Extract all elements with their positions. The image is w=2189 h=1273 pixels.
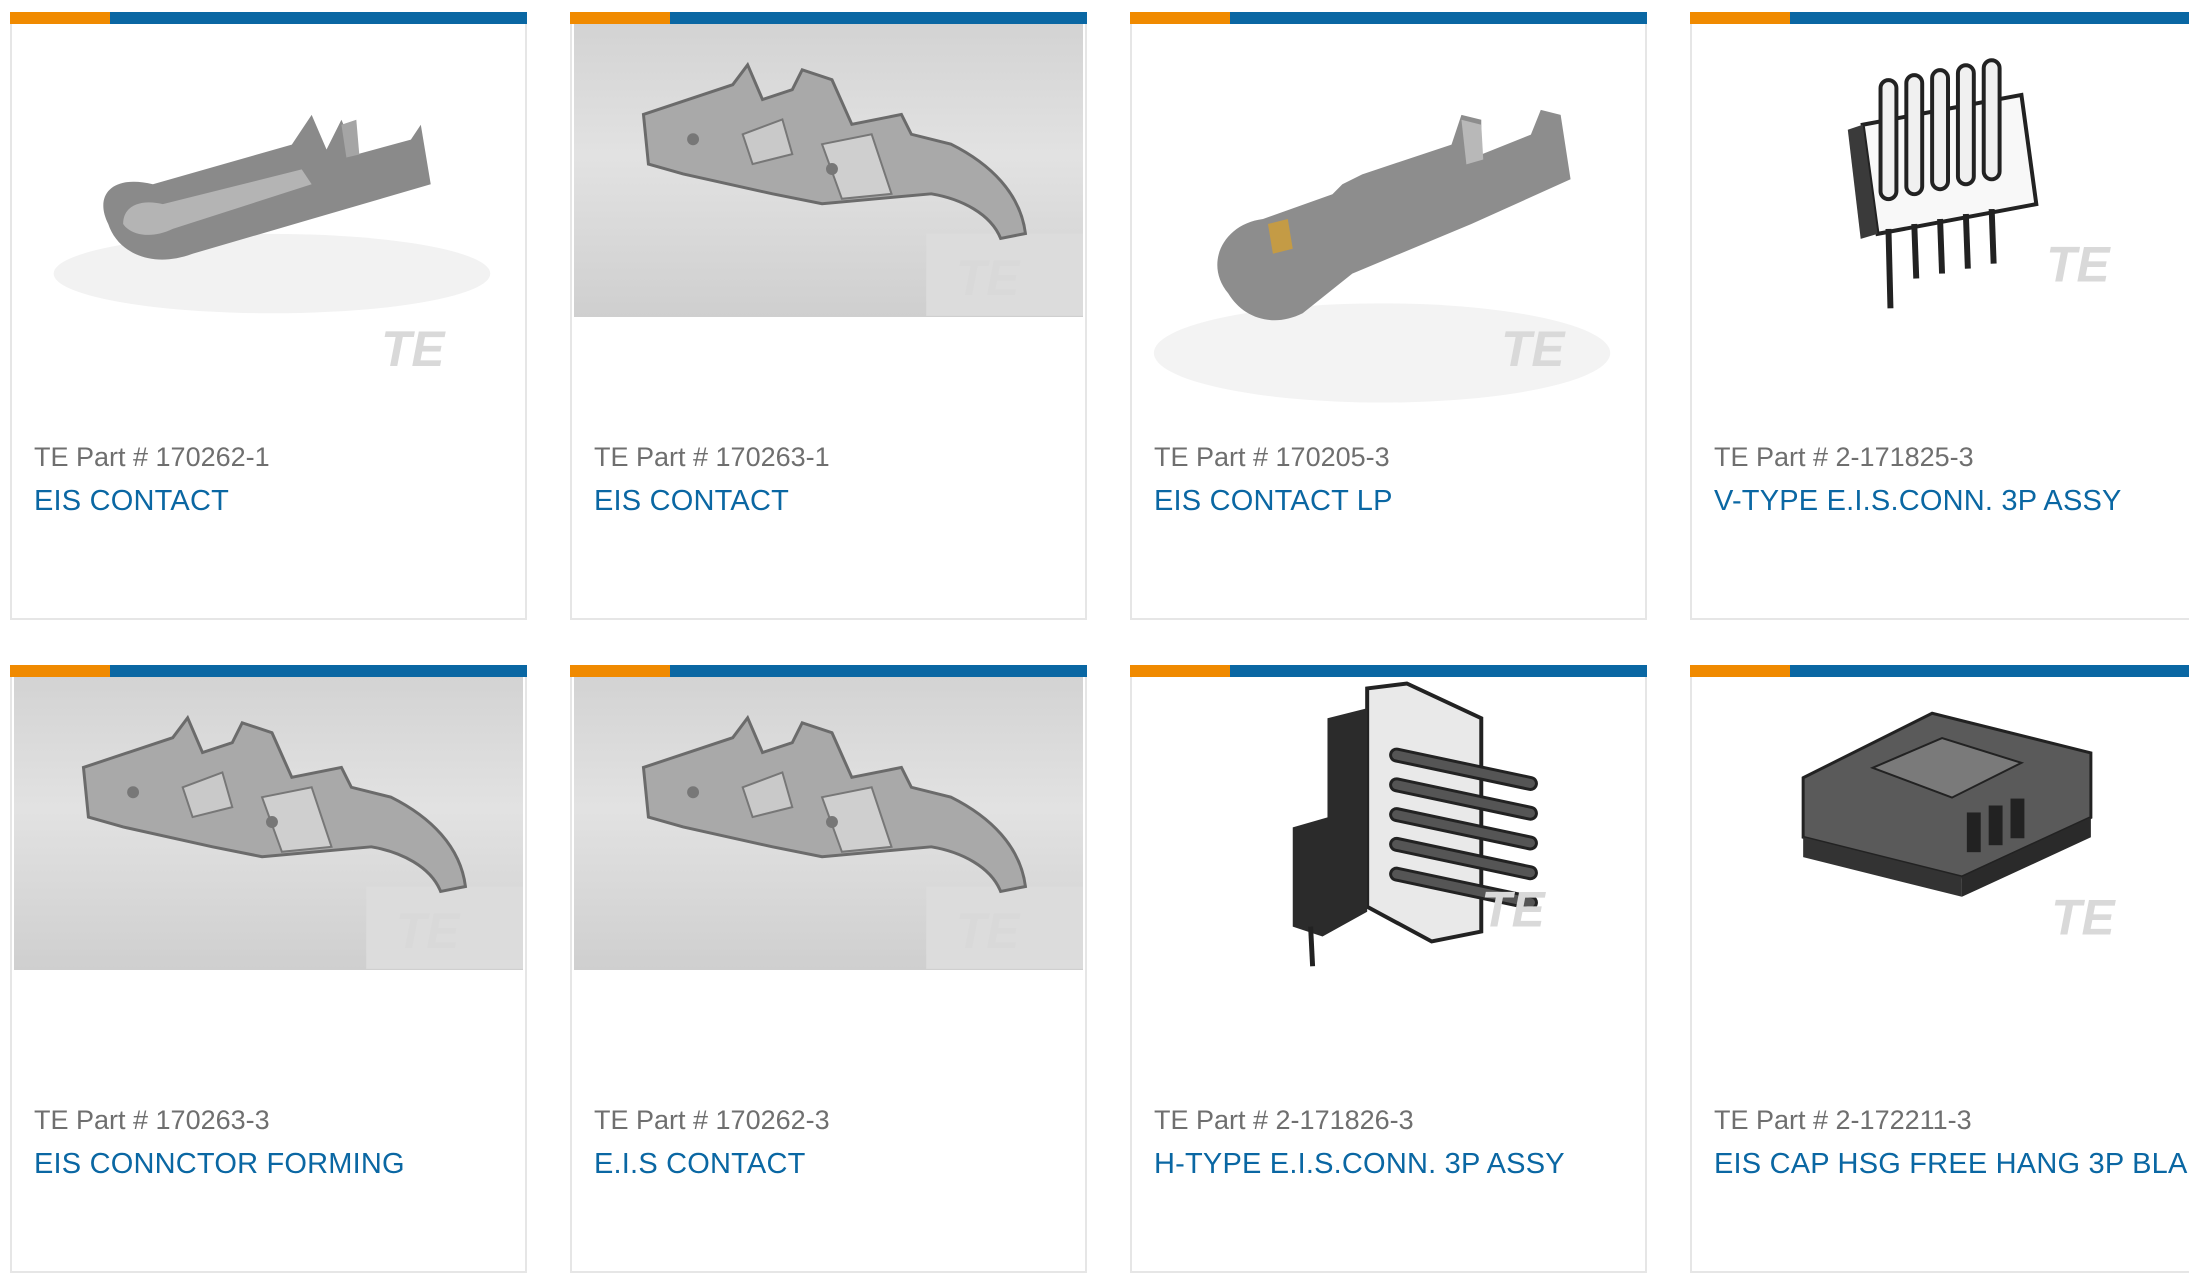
product-title-link[interactable]: V-TYPE E.I.S.CONN. 3P ASSY bbox=[1714, 485, 2122, 518]
product-grid: TE TE Part # 170262-1 EIS CONTACT TE TE … bbox=[0, 0, 2189, 1273]
te-watermark: TE bbox=[1501, 321, 1566, 377]
product-image[interactable]: TE bbox=[1694, 24, 2189, 414]
stamped-contact-icon: TE bbox=[641, 61, 1083, 316]
card-accent-bar bbox=[1130, 12, 1647, 24]
stamped-contact-icon: TE bbox=[81, 714, 523, 969]
part-number: TE Part # 170263-3 bbox=[34, 1105, 270, 1135]
product-image[interactable]: TE bbox=[14, 24, 523, 414]
product-card[interactable]: TE TE Part # 2-172211-3 EIS CAP HSG FREE… bbox=[1690, 665, 2189, 1273]
product-title-link[interactable]: H-TYPE E.I.S.CONN. 3P ASSY bbox=[1154, 1148, 1565, 1181]
product-image[interactable]: TE bbox=[574, 677, 1083, 970]
product-title-link[interactable]: EIS CONNCTOR FORMING bbox=[34, 1148, 405, 1181]
product-card[interactable]: TE TE Part # 2-171825-3 V-TYPE E.I.S.CON… bbox=[1690, 12, 2189, 620]
card-accent-bar bbox=[570, 12, 1087, 24]
product-card[interactable]: TE TE Part # 170262-1 EIS CONTACT bbox=[10, 12, 527, 620]
product-card[interactable]: TE TE Part # 170262-3 E.I.S CONTACT bbox=[570, 665, 1087, 1273]
cap-housing-icon: TE bbox=[1801, 711, 2116, 946]
contact-terminal-icon: TE bbox=[1153, 109, 1611, 403]
contact-terminal-icon: TE bbox=[53, 114, 491, 377]
te-watermark: TE bbox=[1481, 882, 1546, 938]
part-number: TE Part # 2-172211-3 bbox=[1714, 1105, 1972, 1135]
card-accent-bar bbox=[1690, 12, 2189, 24]
product-image[interactable]: TE bbox=[1134, 24, 1643, 414]
product-title-link[interactable]: EIS CAP HSG FREE HANG 3P BLACK bbox=[1714, 1148, 2189, 1181]
te-watermark: TE bbox=[2051, 890, 2116, 946]
stamped-contact-icon: TE bbox=[641, 714, 1083, 969]
product-image[interactable]: TE bbox=[1694, 677, 2189, 1067]
part-number: TE Part # 170262-1 bbox=[34, 442, 270, 472]
product-title-link[interactable]: EIS CONTACT bbox=[594, 485, 789, 518]
vertical-header-icon: TE bbox=[1847, 58, 2112, 309]
part-number: TE Part # 170262-3 bbox=[594, 1105, 830, 1135]
te-watermark: TE bbox=[956, 903, 1021, 959]
card-accent-bar bbox=[10, 12, 527, 24]
product-image[interactable]: TE bbox=[1134, 677, 1643, 1067]
te-watermark: TE bbox=[396, 903, 461, 959]
card-accent-bar bbox=[570, 665, 1087, 677]
te-watermark: TE bbox=[2046, 237, 2111, 293]
card-accent-bar bbox=[1130, 665, 1647, 677]
product-card[interactable]: TE TE Part # 2-171826-3 H-TYPE E.I.S.CON… bbox=[1130, 665, 1647, 1273]
part-number: TE Part # 170263-1 bbox=[594, 442, 830, 472]
part-number: TE Part # 2-171826-3 bbox=[1154, 1105, 1414, 1135]
part-number: TE Part # 170205-3 bbox=[1154, 442, 1390, 472]
card-accent-bar bbox=[10, 665, 527, 677]
product-image[interactable]: TE bbox=[574, 24, 1083, 317]
te-watermark: TE bbox=[381, 321, 446, 377]
te-watermark: TE bbox=[956, 250, 1021, 306]
product-image[interactable]: TE bbox=[14, 677, 523, 970]
product-title-link[interactable]: EIS CONTACT bbox=[34, 485, 229, 518]
horizontal-header-icon: TE bbox=[1292, 681, 1547, 967]
product-title-link[interactable]: E.I.S CONTACT bbox=[594, 1148, 806, 1181]
product-card[interactable]: TE TE Part # 170263-3 EIS CONNCTOR FORMI… bbox=[10, 665, 527, 1273]
product-card[interactable]: TE TE Part # 170205-3 EIS CONTACT LP bbox=[1130, 12, 1647, 620]
product-card[interactable]: TE TE Part # 170263-1 EIS CONTACT bbox=[570, 12, 1087, 620]
card-accent-bar bbox=[1690, 665, 2189, 677]
part-number: TE Part # 2-171825-3 bbox=[1714, 442, 1974, 472]
product-title-link[interactable]: EIS CONTACT LP bbox=[1154, 485, 1393, 518]
